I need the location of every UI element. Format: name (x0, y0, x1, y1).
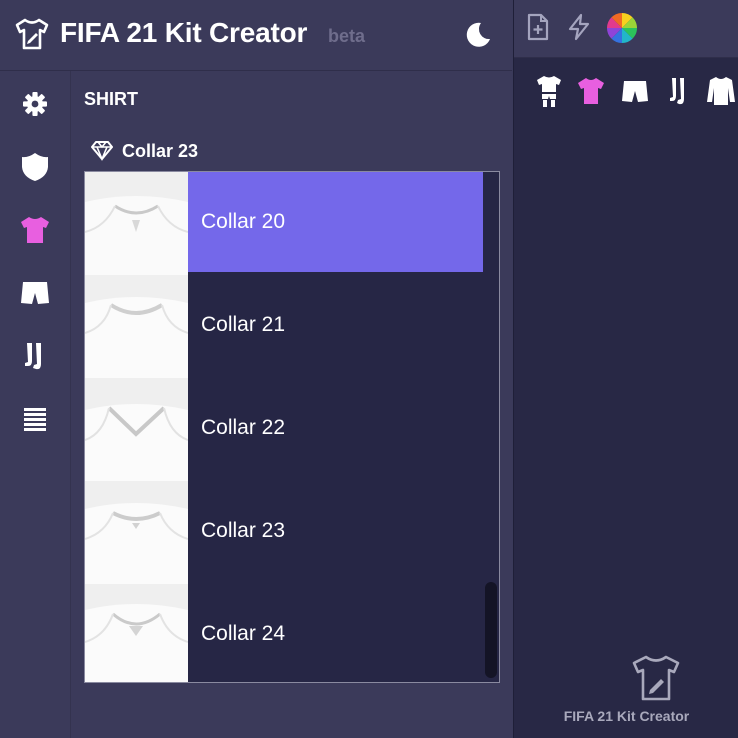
editor-panel: FIFA 21 Kit Creator beta SHIRT Collar 23… (0, 0, 512, 738)
preview-panel: FIFA 21 Kit Creator (513, 0, 738, 738)
moon-icon[interactable] (462, 20, 492, 50)
collar-option-label: Collar 24 (201, 622, 286, 645)
shirt-icon[interactable] (576, 74, 606, 108)
section-title: SHIRT (84, 89, 138, 109)
collar-selected-value: Collar 23 (122, 141, 199, 161)
collar-option[interactable]: Collar 21 (85, 275, 483, 378)
collar-option[interactable]: Collar 24 (85, 584, 483, 682)
footer-text: FIFA 21 Kit Creator (563, 708, 690, 724)
sidebar (0, 71, 71, 738)
new-file-icon[interactable] (524, 12, 552, 42)
collar-thumbnail (85, 275, 188, 378)
beta-badge: beta (328, 26, 366, 46)
collar-option-label: Collar 22 (201, 416, 286, 439)
app-header: FIFA 21 Kit Creator beta (0, 0, 512, 71)
collar-option-label: Collar 21 (201, 313, 286, 336)
gem-icon (91, 141, 113, 161)
collar-thumbnail (85, 378, 188, 481)
preview-toolbar (514, 0, 738, 58)
socks-icon[interactable] (664, 74, 694, 108)
collar-thumbnail (85, 584, 188, 682)
collar-option-label: Collar 20 (201, 210, 286, 233)
long-sleeve-icon[interactable] (706, 74, 736, 108)
collar-option[interactable]: Collar 22 (85, 378, 483, 481)
lightning-icon[interactable] (565, 12, 593, 42)
collar-listbox[interactable]: Collar 20 Collar 21 Collar 22 Collar 23 … (84, 171, 500, 683)
shorts-icon[interactable] (620, 74, 650, 108)
socks-icon[interactable] (18, 339, 52, 373)
color-wheel-icon[interactable] (606, 12, 638, 44)
gear-icon[interactable] (18, 87, 52, 121)
shield-icon[interactable] (18, 150, 52, 184)
collar-option[interactable]: Collar 23 (85, 481, 483, 584)
scrollbar-thumb[interactable] (485, 582, 497, 678)
collar-thumbnail (85, 481, 188, 584)
lines-icon[interactable] (18, 402, 52, 436)
app-logo-icon (15, 18, 49, 50)
full-kit-icon[interactable] (534, 74, 564, 108)
footer-logo-icon (632, 655, 680, 701)
shirt-settings: SHIRT Collar 23 Collar 20 Collar 21 Coll… (71, 71, 512, 738)
shorts-icon[interactable] (18, 276, 52, 310)
app-title: FIFA 21 Kit Creator (60, 17, 308, 48)
shirt-icon[interactable] (18, 213, 52, 247)
collar-thumbnail (85, 172, 188, 275)
collar-option[interactable]: Collar 20 (85, 172, 483, 275)
collar-option-label: Collar 23 (201, 519, 286, 542)
